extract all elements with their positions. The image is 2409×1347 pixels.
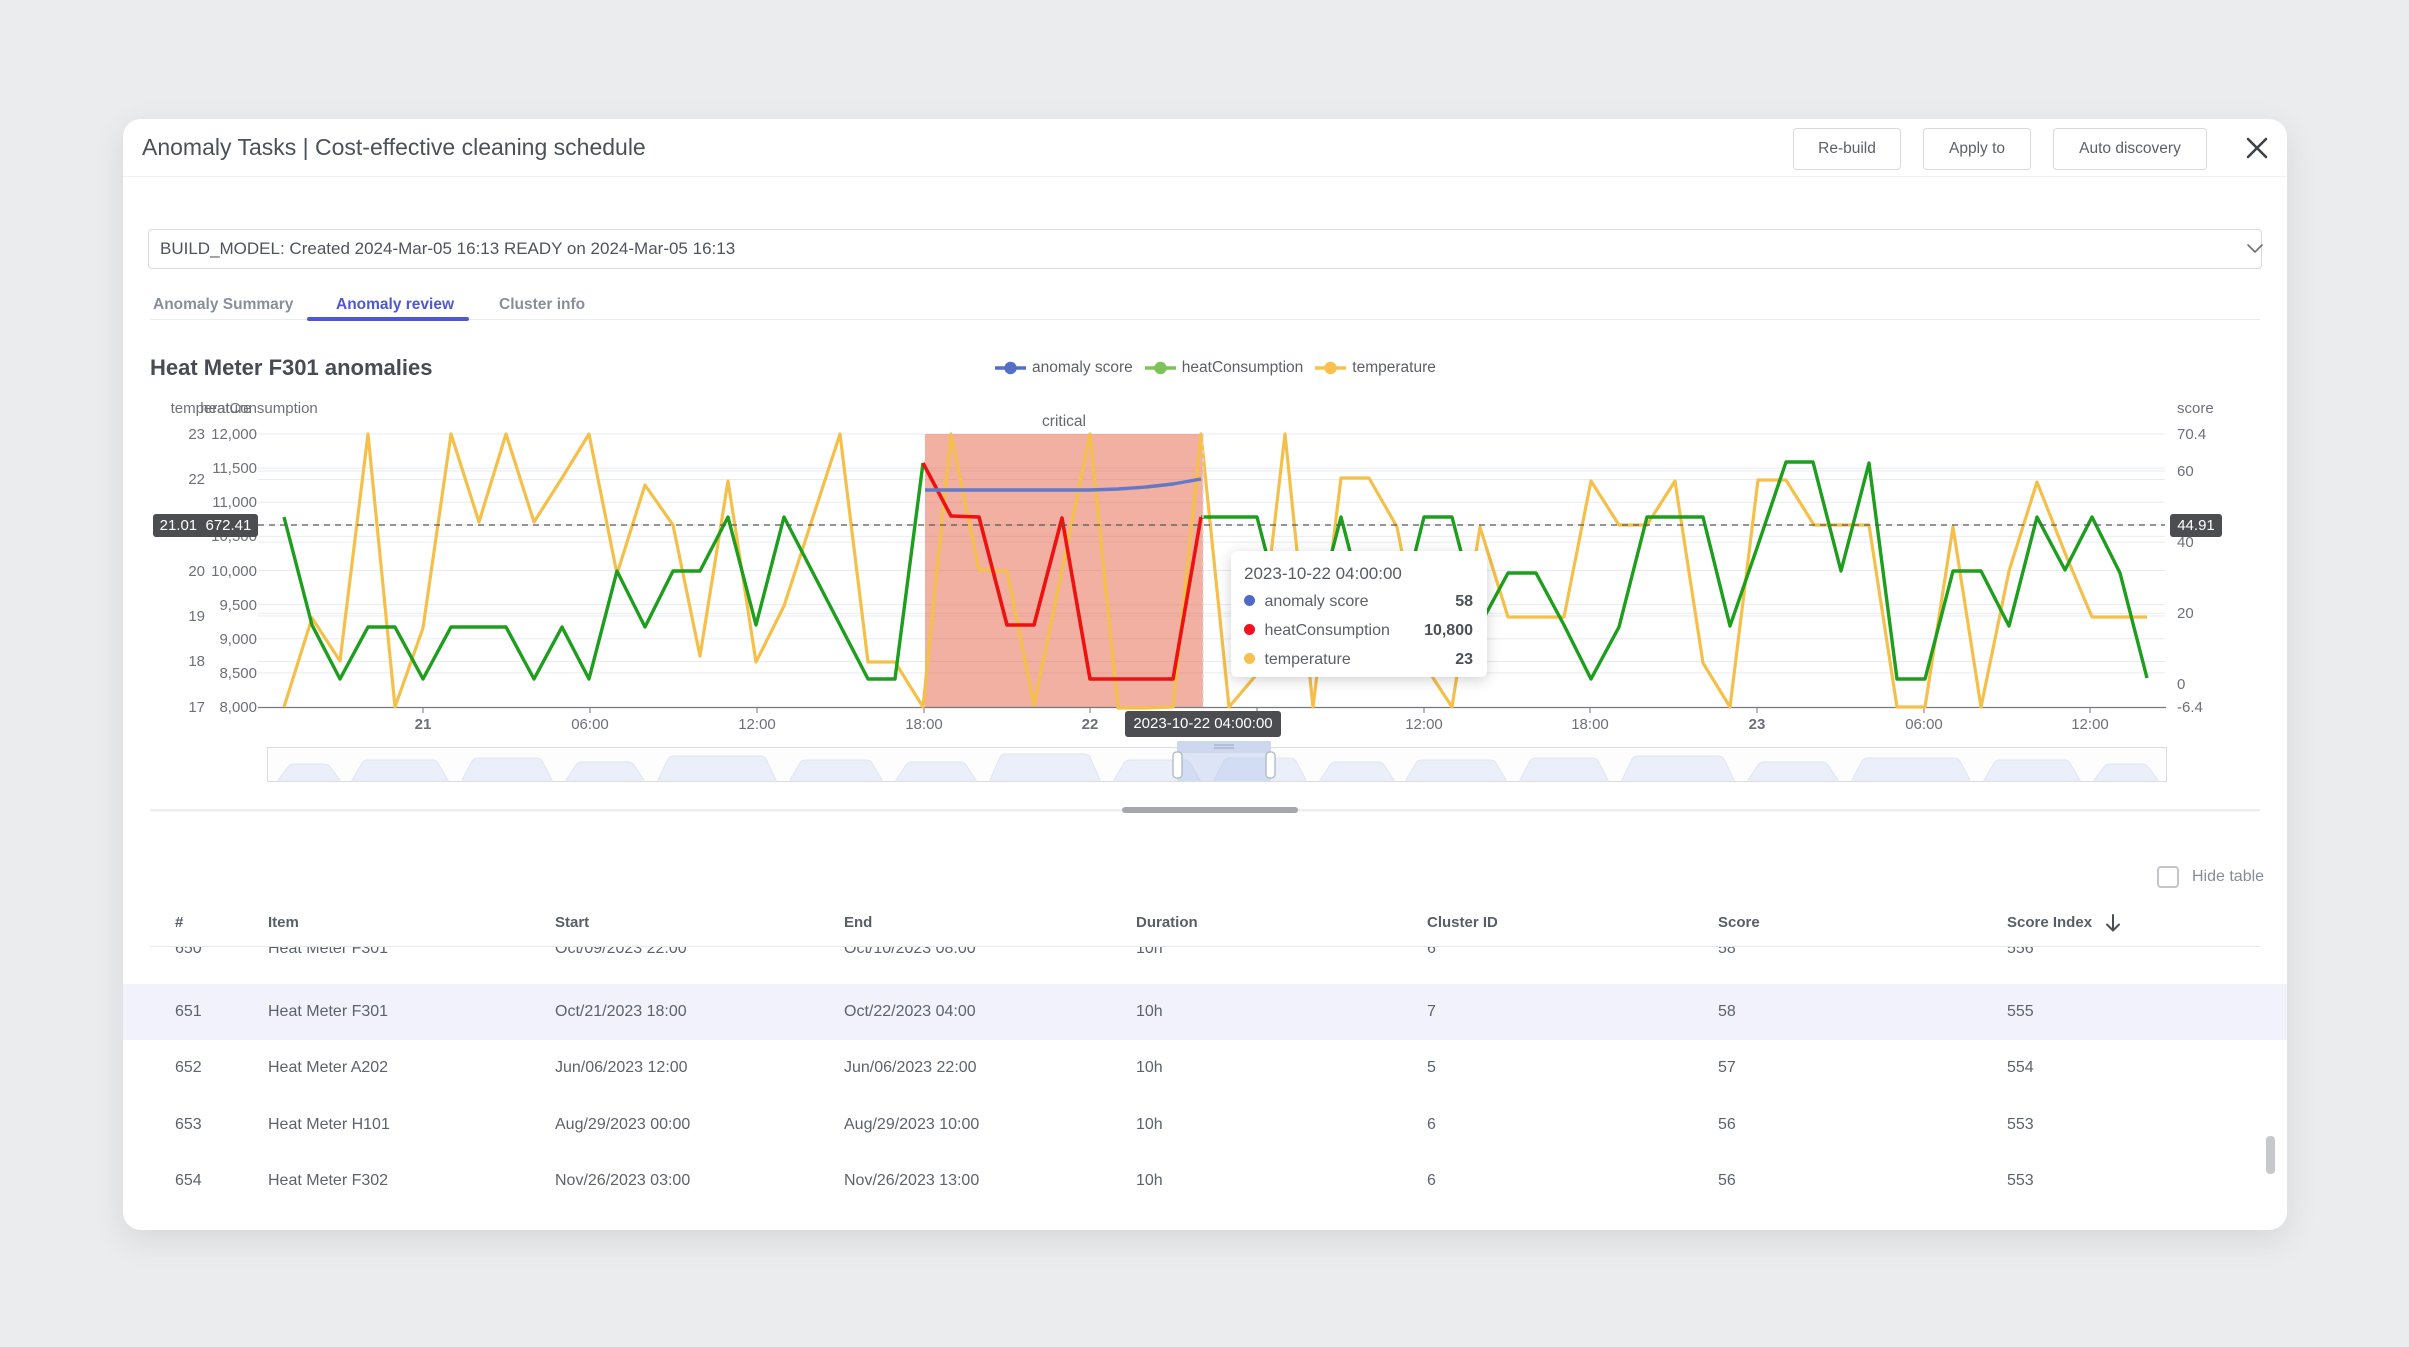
svg-text:21: 21 xyxy=(415,716,432,733)
svg-text:12,000: 12,000 xyxy=(211,426,257,443)
svg-text:19: 19 xyxy=(188,608,205,625)
svg-text:22: 22 xyxy=(1082,716,1099,733)
svg-text:12:00: 12:00 xyxy=(738,716,776,733)
svg-text:10,000: 10,000 xyxy=(211,563,257,580)
svg-text:8,000: 8,000 xyxy=(219,699,257,716)
svg-text:score: score xyxy=(2177,400,2214,417)
svg-text:18:00: 18:00 xyxy=(1571,716,1609,733)
svg-text:06:00: 06:00 xyxy=(571,716,609,733)
svg-text:22: 22 xyxy=(188,471,205,488)
svg-text:18: 18 xyxy=(188,653,205,670)
svg-text:12:00: 12:00 xyxy=(2071,716,2109,733)
svg-text:9,500: 9,500 xyxy=(219,597,257,614)
svg-text:23: 23 xyxy=(1749,716,1766,733)
svg-text:17: 17 xyxy=(188,699,205,716)
svg-text:06:00: 06:00 xyxy=(1905,716,1943,733)
svg-text:18:00: 18:00 xyxy=(905,716,943,733)
svg-text:70.4: 70.4 xyxy=(2177,426,2206,443)
svg-text:20: 20 xyxy=(188,563,205,580)
svg-text:20: 20 xyxy=(2177,605,2194,622)
svg-text:9,000: 9,000 xyxy=(219,631,257,648)
svg-text:-6.4: -6.4 xyxy=(2177,699,2203,716)
svg-text:8,500: 8,500 xyxy=(219,665,257,682)
svg-text:critical: critical xyxy=(1042,413,1086,430)
svg-text:heatConsumption: heatConsumption xyxy=(200,400,318,417)
svg-text:23: 23 xyxy=(188,426,205,443)
svg-text:0: 0 xyxy=(2177,676,2185,693)
svg-text:60: 60 xyxy=(2177,463,2194,480)
svg-text:12:00: 12:00 xyxy=(1405,716,1443,733)
svg-text:11,500: 11,500 xyxy=(212,460,257,477)
svg-text:11,000: 11,000 xyxy=(212,494,257,511)
